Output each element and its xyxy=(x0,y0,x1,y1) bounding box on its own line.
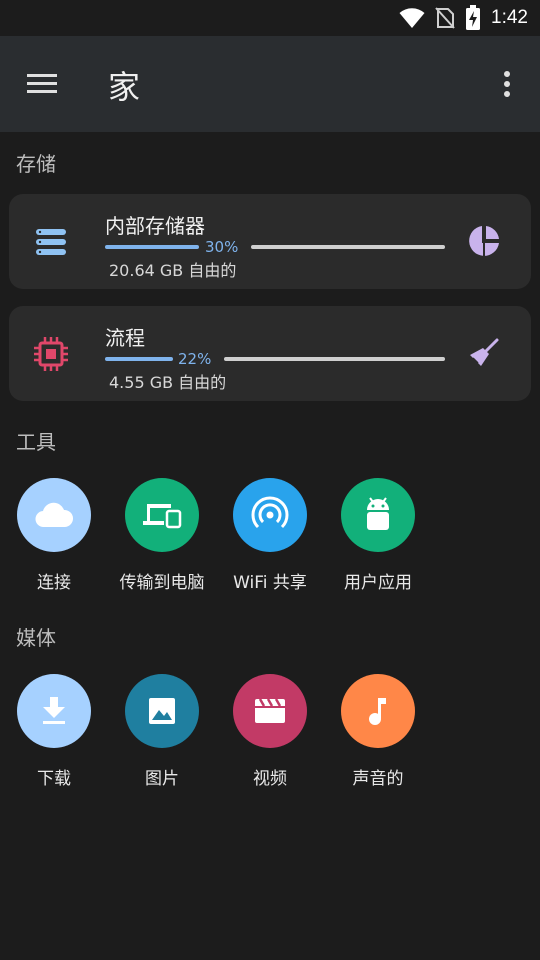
progress-percent: 22% xyxy=(178,350,212,368)
hamburger-menu-icon[interactable] xyxy=(26,70,58,98)
wifi-tethering-icon xyxy=(251,496,289,529)
storage-progress: 22% xyxy=(105,350,445,368)
media-downloads-circle[interactable] xyxy=(17,674,91,748)
page-title: 家 xyxy=(108,68,141,106)
pie-chart-icon[interactable] xyxy=(467,224,501,258)
media-label: 声音的 xyxy=(352,769,404,789)
media-images-circle[interactable] xyxy=(125,674,199,748)
progress-used xyxy=(105,245,199,249)
tool-label: 连接 xyxy=(37,573,71,593)
download-icon xyxy=(43,697,65,724)
wifi-icon xyxy=(399,8,425,28)
broom-icon[interactable] xyxy=(467,336,501,370)
progress-remaining xyxy=(251,245,445,249)
tool-transfer-circle[interactable] xyxy=(125,478,199,552)
media-downloads[interactable]: 下载 xyxy=(0,674,108,804)
tool-wifi-share[interactable]: WiFi 共享 xyxy=(216,478,324,608)
media-videos-circle[interactable] xyxy=(233,674,307,748)
section-title-media: 媒体 xyxy=(16,626,56,650)
status-time: 1:42 xyxy=(491,7,528,28)
image-icon xyxy=(149,698,175,724)
media-videos[interactable]: 视频 xyxy=(216,674,324,804)
status-bar: 1:42 xyxy=(0,0,540,36)
media-label: 视频 xyxy=(253,769,287,789)
storage-free-text: 4.55 GB 自由的 xyxy=(109,373,227,392)
progress-percent: 30% xyxy=(205,238,239,256)
media-audio-circle[interactable] xyxy=(341,674,415,748)
tool-label: WiFi 共享 xyxy=(233,573,307,593)
android-icon xyxy=(367,497,389,530)
tool-transfer-pc[interactable]: 传输到电脑 xyxy=(108,478,216,608)
storage-name: 内部存储器 xyxy=(105,214,205,238)
tool-connect-circle[interactable] xyxy=(17,478,91,552)
media-images[interactable]: 图片 xyxy=(108,674,216,804)
memory-chip-icon xyxy=(34,337,68,371)
tool-connect[interactable]: 连接 xyxy=(0,478,108,608)
media-label: 图片 xyxy=(145,769,179,789)
storage-progress: 30% xyxy=(105,238,445,256)
tool-wifi-share-circle[interactable] xyxy=(233,478,307,552)
movie-icon xyxy=(255,698,285,723)
cloud-icon xyxy=(35,502,74,528)
storage-card-process[interactable]: 流程 22% 4.55 GB 自由的 xyxy=(9,306,531,401)
battery-charging-icon xyxy=(466,5,481,30)
tool-user-apps[interactable]: 用户应用 xyxy=(324,478,432,608)
media-audio[interactable]: 声音的 xyxy=(324,674,432,804)
section-title-tools: 工具 xyxy=(16,430,56,454)
progress-remaining xyxy=(224,357,445,361)
progress-used xyxy=(105,357,173,361)
media-label: 下载 xyxy=(37,769,71,789)
section-title-storage: 存储 xyxy=(16,152,56,176)
tool-label: 用户应用 xyxy=(344,573,412,593)
storage-stack-icon xyxy=(36,229,66,255)
music-note-icon xyxy=(369,698,386,725)
app-bar: 家 xyxy=(0,36,540,132)
storage-card-internal[interactable]: 内部存储器 30% 20.64 GB 自由的 xyxy=(9,194,531,289)
no-sim-icon xyxy=(435,7,455,29)
tool-user-apps-circle[interactable] xyxy=(341,478,415,552)
storage-name: 流程 xyxy=(105,326,145,350)
storage-free-text: 20.64 GB 自由的 xyxy=(109,261,237,280)
tool-label: 传输到电脑 xyxy=(119,573,205,593)
more-vert-icon[interactable] xyxy=(498,70,516,100)
devices-icon xyxy=(143,504,182,529)
